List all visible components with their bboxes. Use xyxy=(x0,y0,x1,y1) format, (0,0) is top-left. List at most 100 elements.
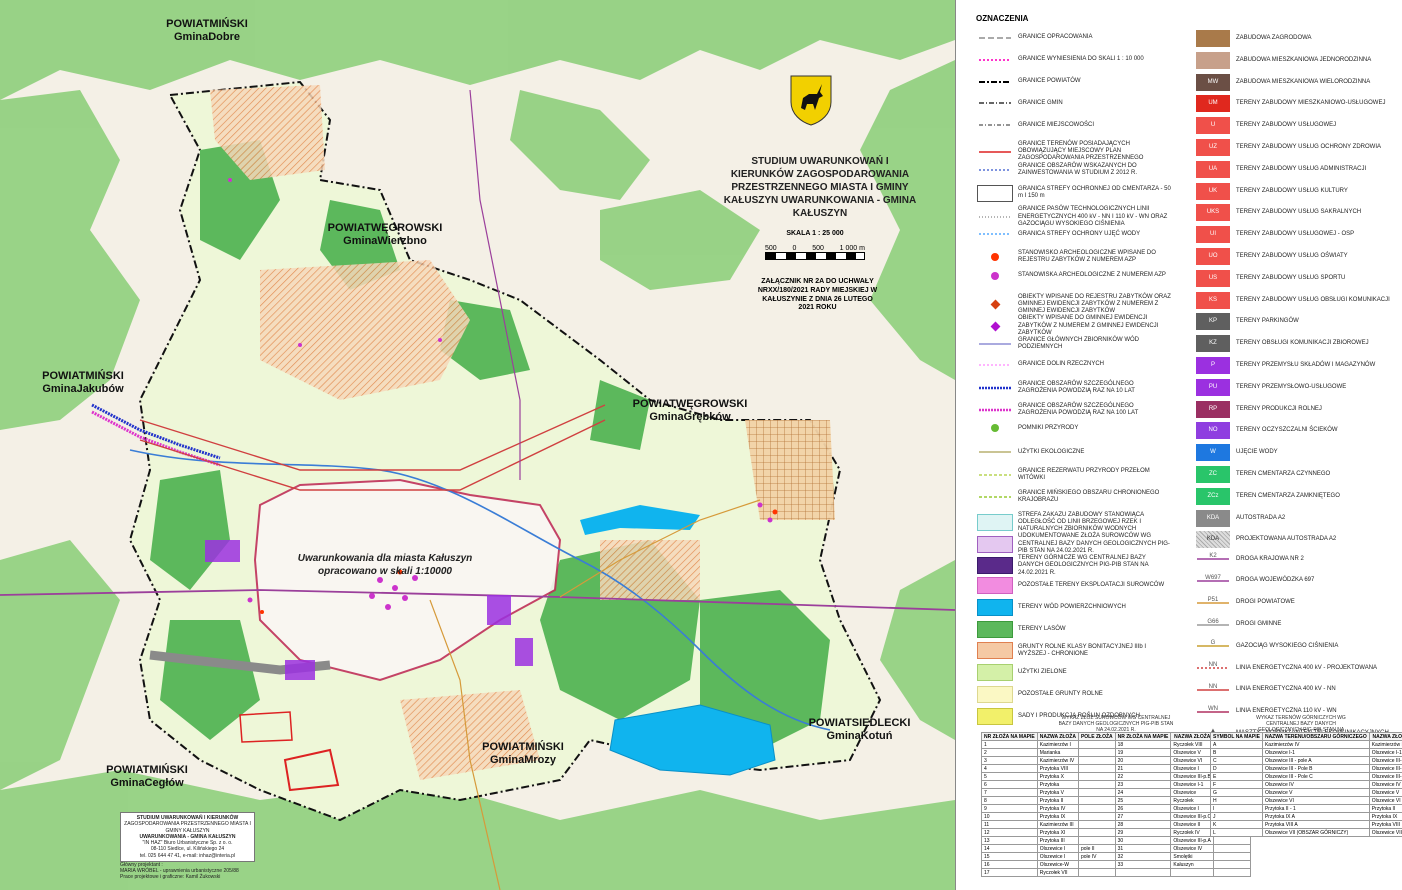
table-row: K Przytoka VIII A Przytoka VIII xyxy=(1210,820,1402,829)
legend-code: KP xyxy=(1196,313,1230,331)
legend-code: K2 xyxy=(1209,553,1217,560)
legend-line-symbol xyxy=(976,446,1014,458)
legend-label: STREFA ZAKAZU ZABUDOWY STANOWIĄCA ODLEGŁ… xyxy=(1018,511,1144,532)
legend-item: UA TERENY ZABUDOWY USŁUG ADMINISTRACJI xyxy=(1194,160,1394,178)
legend-item: UZ TERENY ZABUDOWY USŁUG OCHRONY ZDROWIA xyxy=(1194,139,1394,156)
legend-area-swatch xyxy=(1194,30,1232,47)
table-cell: Przytoka IV xyxy=(1036,804,1079,813)
legend-heading: OZNACZENIA xyxy=(976,14,1029,23)
map-canvas[interactable]: POWIATMIŃSKI GminaDobre POWIATWĘGROWSKI Gm… xyxy=(0,0,956,890)
legend-item: ZABUDOWA ZAGRODOWA xyxy=(1194,30,1394,47)
table-cell xyxy=(1077,780,1116,789)
legend-label: STANOWISKO ARCHEOLOGICZNE WPISANE DO REJ… xyxy=(1018,250,1156,264)
table-cell: pole II xyxy=(1077,844,1116,853)
table-cell: Przytoka XI xyxy=(1036,828,1079,837)
table-cell: Olszewice VI xyxy=(1261,796,1370,805)
table-cell: Olszewice II xyxy=(1170,820,1215,829)
table-header-cell: NAZWA ZŁOŻA xyxy=(1036,732,1079,741)
table-cell: Ryczołek IV xyxy=(1170,828,1215,837)
legend-label: TERENY PRZEMYSŁU SKŁADÓW I MAGAZYNÓW xyxy=(1236,361,1376,368)
legend-line-symbol xyxy=(976,338,1014,350)
legend-label: GRANICE DOLIN RZECZNYCH xyxy=(1018,361,1105,368)
legend-item: GRANICE GMIN xyxy=(976,97,1171,109)
legend-label: TERENY LASÓW xyxy=(1018,625,1066,632)
table-cell: Olszewice III-p.A xyxy=(1368,756,1402,765)
table-row: 14 Olszewice Ipole II 31 Olszewice IV xyxy=(981,844,1251,853)
table-cell: Smolętki xyxy=(1170,852,1215,861)
table-row: B Olszewice I-1 Olszewice I-1 xyxy=(1210,748,1402,757)
legend-line-symbol xyxy=(976,404,1014,416)
legend-label: GRANICE OBSZARÓW SZCZEGÓLNEGO ZAGROŻENIA… xyxy=(1018,380,1135,394)
legend-code: NO xyxy=(1196,422,1230,440)
legend-label: GRUNTY ROLNE KLASY BONITACYJNEJ IIIb I W… xyxy=(1018,643,1147,657)
legend-item: POZOSTAŁE TERENY EKSPLOATACJI SUROWCÓW xyxy=(976,577,1171,594)
legend-label: TERENY ZABUDOWY USŁUG SAKRALNYCH xyxy=(1236,209,1362,216)
table-cell: Olszewice IV xyxy=(1261,780,1370,789)
table-header-cell: NAZWA TERENU/OBSZARU GÓRNICZEGO xyxy=(1261,732,1370,741)
region-label-wierzbno: POWIATWĘGROWSKI GminaWierzbno xyxy=(327,222,443,247)
legend-area-swatch xyxy=(976,513,1014,531)
table-cell: Przytoka X xyxy=(1036,772,1079,781)
table-cell: Olszewice xyxy=(1170,788,1215,797)
table-cell: Olszewice III-p.A xyxy=(1170,836,1215,845)
table-cell: 15 xyxy=(981,852,1038,861)
table-cell: 26 xyxy=(1114,804,1172,813)
table-cell: Olszewice I xyxy=(1170,804,1215,813)
legend-item: UM TERENY ZABUDOWY MIESZKANIOWO-USŁUGOWEJ xyxy=(1194,95,1394,113)
region-label-dobre: POWIATMIŃSKI GminaDobre xyxy=(166,18,248,43)
table-cell xyxy=(1213,852,1251,861)
legend-item: PU TERENY PRZEMYSŁOWO-USŁUGOWE xyxy=(1194,378,1394,396)
scale-ticks: 500 0 500 1 000 m xyxy=(765,245,865,252)
legend-item: GRANICE MIEJSCOWOŚCI xyxy=(976,119,1171,131)
table-cell: Przytoka II xyxy=(1368,804,1402,813)
table-cell: Kazimierzów I xyxy=(1036,740,1079,749)
legend-area-swatch xyxy=(976,598,1014,616)
legend-line-symbol: WN xyxy=(1194,706,1232,718)
coat-of-arms-logo xyxy=(790,75,832,126)
table-cell: 7 xyxy=(981,788,1038,797)
legend-label: TERENY PARKINGÓW xyxy=(1236,318,1299,325)
legend-item: GRANICE TERENÓW POSIADAJĄCYCH OBOWIĄZUJĄ… xyxy=(976,141,1171,163)
legend-area-swatch: MW xyxy=(1194,73,1232,91)
legend-area-swatch: UA xyxy=(1194,160,1232,178)
legend-item: OBIEKTY WPISANE DO REJESTRU ZABYTKÓW ORA… xyxy=(976,294,1171,316)
legend-area-swatch: P xyxy=(1194,357,1232,374)
table-cell: 20 xyxy=(1114,756,1172,765)
legend-item: US TERENY ZABUDOWY USŁUG SPORTU xyxy=(1194,269,1394,287)
legend-item: GRANICE GŁÓWNYCH ZBIORNIKÓW WÓD PODZIEMN… xyxy=(976,337,1171,351)
legend-area-swatch xyxy=(976,577,1014,594)
region-label-jakubow: POWIATMIŃSKI GminaJakubów xyxy=(42,370,124,395)
table-cell xyxy=(1077,804,1116,813)
legend-code: MW xyxy=(1196,73,1230,91)
table-cell: 1 xyxy=(981,740,1038,749)
table-cell: Przytoka IX A xyxy=(1261,812,1370,821)
table-cell xyxy=(1077,820,1116,829)
table-cell xyxy=(1114,868,1172,877)
legend-item: NN LINIA ENERGETYCZNA 400 kV - NN xyxy=(1194,684,1394,696)
table-cell xyxy=(1170,868,1215,877)
table-row: G Olszewice V Olszewice V xyxy=(1210,788,1402,797)
table-row: L Olszewice VII (OBSZAR GÓRNICZY) Olszewic… xyxy=(1210,828,1402,837)
table-cell: Olszewice I xyxy=(1170,764,1215,773)
legend-label: DROGI GMINNE xyxy=(1236,621,1282,627)
legend-area-swatch: UO xyxy=(1194,248,1232,265)
table-cell xyxy=(1077,860,1116,869)
table-cell: 18 xyxy=(1114,740,1172,749)
table-cell: Olszewice VI xyxy=(1170,756,1215,765)
legend-line-symbol xyxy=(976,211,1014,223)
table-cell: Przytoka II - 1 xyxy=(1261,804,1370,813)
legend-item: POZOSTAŁE GRUNTY ROLNE xyxy=(976,686,1171,703)
legend-label: GRANICE REZERWATU PRZYRODY PRZEŁOM WITÓW… xyxy=(1018,468,1150,482)
table-cell: Olszewice VII (OBSZAR GÓRNICZY) xyxy=(1261,828,1370,837)
legend-line-symbol: G66 xyxy=(1194,619,1232,631)
table-cell: Olszewice I-1 xyxy=(1170,780,1215,789)
legend-diamond-icon xyxy=(976,299,1014,310)
table-cell: Kałuszyn xyxy=(1170,860,1215,869)
legend-code: NN xyxy=(1208,662,1218,669)
legend-item: NO TERENY OCZYSZCZALNI ŚCIEKÓW xyxy=(1194,422,1394,440)
legend-area-swatch: UI xyxy=(1194,226,1232,244)
table-cell: 13 xyxy=(981,836,1038,845)
legend-area-swatch: UKS xyxy=(1194,204,1232,222)
legend-label: LINIA ENERGETYCZNA 400 kV - PROJEKTOWANA xyxy=(1236,664,1378,671)
legend-item: UŻYTKI EKOLOGICZNE xyxy=(976,446,1171,458)
